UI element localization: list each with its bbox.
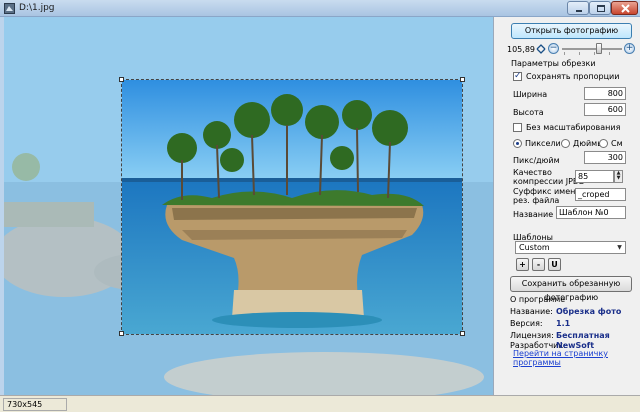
crop-handle-top-left[interactable]	[119, 77, 124, 82]
program-page-link[interactable]: Перейти на страничку программы	[513, 349, 640, 367]
about-name-value: Обрезка фото	[556, 307, 622, 316]
zoom-out-button[interactable]: −	[548, 43, 559, 54]
zoom-slider-track[interactable]	[562, 48, 622, 50]
update-template-button[interactable]: U	[548, 258, 561, 271]
close-button[interactable]	[611, 1, 638, 15]
no-scale-label: Без масштабирования	[526, 123, 621, 132]
settings-panel: Открыть фотографию 105,89 − + Параметры …	[493, 17, 640, 395]
keep-proportions-checkbox[interactable]	[513, 71, 522, 81]
about-version-label: Версия:	[510, 319, 543, 328]
width-input[interactable]: 800	[584, 87, 626, 100]
units-cm-label: См	[611, 139, 623, 148]
fit-icon[interactable]	[536, 44, 546, 54]
save-cropped-button[interactable]: Сохранить обрезанную фотографию	[510, 276, 632, 302]
about-name-label: Название:	[510, 307, 553, 316]
jpeg-quality-label-1: Качество	[513, 168, 552, 177]
zoom-slider-thumb[interactable]	[596, 43, 602, 54]
zoom-tick	[579, 52, 580, 55]
no-scale-checkbox[interactable]	[513, 123, 522, 132]
units-cm-radio[interactable]	[599, 139, 608, 148]
dpi-input[interactable]: 300	[584, 151, 626, 164]
crop-handle-bottom-left[interactable]	[119, 331, 124, 336]
maximize-button[interactable]	[589, 1, 611, 15]
spin-down-icon[interactable]: ▼	[615, 176, 622, 181]
title-bar: D:\1.jpg	[0, 0, 640, 17]
template-name-input[interactable]: Шаблон №0	[556, 206, 626, 219]
width-label: Ширина	[513, 90, 548, 99]
minimize-button[interactable]	[567, 1, 589, 15]
jpeg-quality-spinner[interactable]: ▲ ▼	[614, 170, 623, 183]
templates-select-value: Custom	[519, 243, 550, 252]
keep-proportions-label: Сохранять пропорции	[526, 72, 620, 81]
chevron-down-icon[interactable]: ▼	[615, 243, 624, 252]
zoom-tick	[609, 52, 610, 55]
minimize-icon	[576, 10, 582, 12]
zoom-tick	[594, 52, 595, 55]
zoom-in-button[interactable]: +	[624, 43, 635, 54]
suffix-input[interactable]: _croped	[575, 188, 626, 201]
jpeg-quality-input[interactable]: 85	[575, 170, 614, 183]
about-license-value: Бесплатная	[556, 331, 610, 340]
templates-select[interactable]: Custom ▼	[515, 241, 626, 254]
units-pixels-radio[interactable]	[513, 139, 522, 148]
app-icon	[4, 3, 15, 14]
maximize-icon	[597, 5, 605, 12]
units-inches-radio[interactable]	[561, 139, 570, 148]
height-label: Высота	[513, 108, 544, 117]
template-name-label: Название	[513, 210, 554, 219]
crop-handle-top-right[interactable]	[460, 77, 465, 82]
zoom-tick	[564, 52, 565, 55]
suffix-label-1: Суффикс имени	[513, 187, 581, 196]
crop-selection[interactable]	[121, 79, 463, 335]
dpi-label: Пикс/дюйм	[513, 156, 560, 165]
window-title: D:\1.jpg	[19, 3, 55, 13]
close-icon	[621, 4, 630, 13]
zoom-value: 105,89	[507, 45, 535, 54]
about-title: О программе	[510, 295, 566, 304]
crop-params-title: Параметры обрезки	[511, 59, 596, 68]
units-pixels-label: Пиксели	[525, 139, 561, 148]
image-canvas[interactable]	[4, 17, 493, 395]
height-input[interactable]: 600	[584, 103, 626, 116]
about-version-value: 1.1	[556, 319, 571, 328]
about-license-label: Лицензия:	[510, 331, 554, 340]
image-size-status: 730x545	[3, 398, 67, 411]
remove-template-button[interactable]: -	[532, 258, 545, 271]
crop-handle-bottom-right[interactable]	[460, 331, 465, 336]
status-bar: 730x545	[0, 395, 640, 412]
add-template-button[interactable]: +	[516, 258, 529, 271]
suffix-label-2: рез. файла	[513, 196, 560, 205]
jpeg-quality-label-2: компрессии JPEG	[513, 177, 585, 186]
open-photo-button[interactable]: Открыть фотографию	[511, 23, 632, 39]
photo	[122, 80, 462, 334]
